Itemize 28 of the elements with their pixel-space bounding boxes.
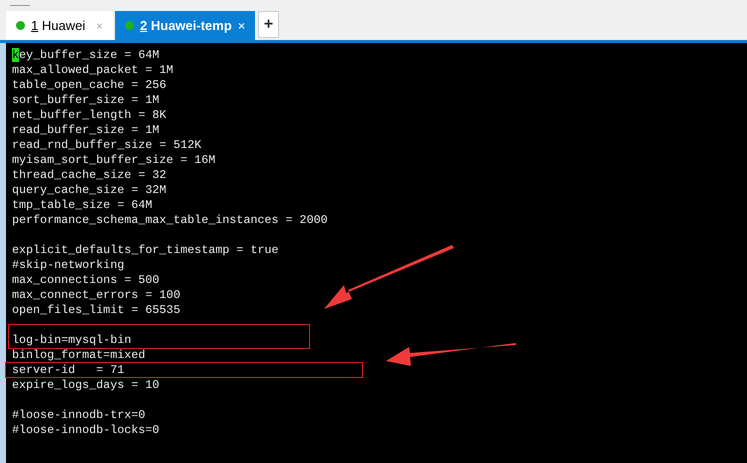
terminal-line: #loose-innodb-trx=0 [12, 408, 146, 422]
terminal-line: query_cache_size = 32M [12, 183, 166, 197]
close-icon[interactable]: × [96, 16, 103, 34]
terminal-line: read_buffer_size = 1M [12, 123, 160, 137]
terminal-line: #skip-networking [12, 258, 124, 272]
close-icon[interactable]: × [238, 16, 245, 34]
terminal-line: open_files_limit = 65535 [12, 303, 180, 317]
terminal-line: sort_buffer_size = 1M [12, 93, 160, 107]
terminal-line: #loose-innodb-locks=0 [12, 423, 160, 437]
terminal-line: myisam_sort_buffer_size = 16M [12, 153, 216, 167]
terminal-line: binlog_format=mixed [12, 348, 146, 362]
terminal-line: performance_schema_max_table_instances = 2000 [12, 213, 328, 227]
terminal-line: read_rnd_buffer_size = 512K [12, 138, 202, 152]
terminal-line: net_buffer_length = 8K [12, 108, 166, 122]
terminal-line: max_connections = 500 [12, 273, 160, 287]
terminal-line: tmp_table_size = 64M [12, 198, 152, 212]
terminal-line: explicit_defaults_for_timestamp = true [12, 243, 279, 257]
terminal-line: thread_cache_size = 32 [12, 168, 166, 182]
terminal-line: max_allowed_packet = 1M [12, 63, 174, 77]
terminal-line: server-id = 71 [12, 363, 124, 377]
tab[interactable]: 1 Huawei × [6, 11, 113, 40]
terminal-line: max_connect_errors = 100 [12, 288, 180, 302]
terminal-line: expire_logs_days = 10 [12, 378, 160, 392]
terminal-line: key_buffer_size = 64M [12, 48, 160, 62]
terminal-line: table_open_cache = 256 [12, 78, 166, 92]
new-tab-button[interactable]: + [258, 11, 279, 38]
tab[interactable]: 2 Huawei-temp × [115, 11, 255, 40]
terminal-line: log-bin=mysql-bin [12, 333, 132, 347]
